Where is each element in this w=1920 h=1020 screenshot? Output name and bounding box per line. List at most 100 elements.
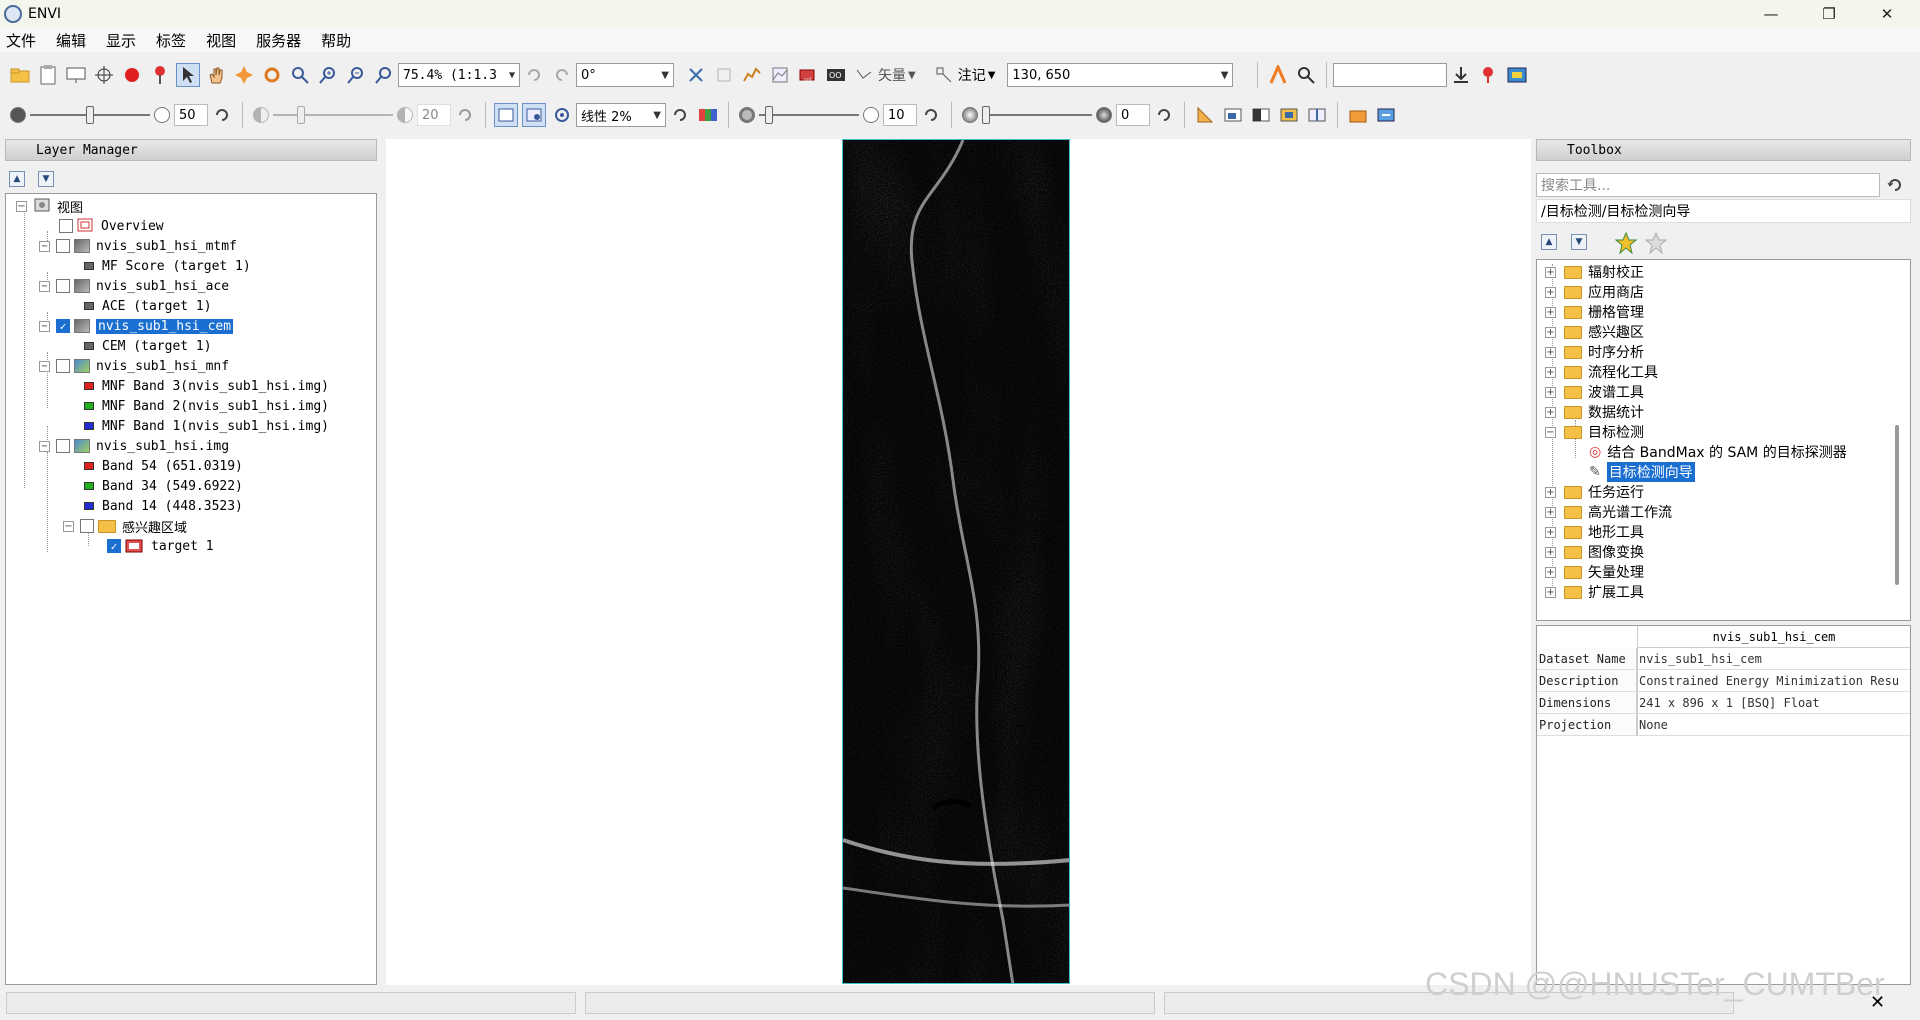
- toolbox-folder-item[interactable]: + 栅格管理: [1545, 302, 1644, 322]
- rotate-right-icon[interactable]: [550, 63, 574, 87]
- toolbox-folder-item[interactable]: + 地形工具: [1545, 522, 1644, 542]
- toolbox-folder-item[interactable]: + 波谱工具: [1545, 382, 1644, 402]
- download-icon[interactable]: [1449, 63, 1473, 87]
- crosshair-icon[interactable]: [92, 63, 116, 87]
- toolbox-folder-item[interactable]: + 感兴趣区: [1545, 322, 1644, 342]
- reset-sharpen-icon[interactable]: [919, 103, 943, 127]
- annotation-icon[interactable]: [932, 63, 956, 87]
- layer-checkbox[interactable]: [56, 239, 70, 253]
- zoom-combo[interactable]: 75.4% (1:1.3 ▼: [398, 63, 520, 87]
- pin-icon[interactable]: [148, 63, 172, 87]
- layer-checkbox[interactable]: [80, 519, 94, 533]
- fit-view-icon[interactable]: [494, 103, 518, 127]
- open-folder-icon[interactable]: [8, 63, 32, 87]
- brightness-slider[interactable]: [30, 103, 150, 127]
- sharpen-slider[interactable]: [759, 103, 859, 127]
- toolbox-folder-item[interactable]: + 图像变换: [1545, 542, 1644, 562]
- image-view[interactable]: [386, 139, 1531, 985]
- toolbox-tool-item[interactable]: ◎ 结合 BandMax 的 SAM 的目标探测器: [1589, 442, 1847, 462]
- crosshair-toggle-icon[interactable]: [712, 63, 736, 87]
- menu-file[interactable]: 文件: [6, 30, 36, 51]
- expand-all-icon[interactable]: ▼: [1571, 234, 1587, 250]
- toolbox-folder-item[interactable]: + 任务运行: [1545, 482, 1644, 502]
- toolbox-scrollbar[interactable]: [1895, 425, 1899, 585]
- band-cem[interactable]: CEM (target 1): [84, 336, 212, 356]
- toolbox-tool-item[interactable]: ✎ 目标检测向导: [1589, 462, 1695, 482]
- reset-contrast-icon[interactable]: [453, 103, 477, 127]
- property-value[interactable]: None: [1637, 714, 1910, 735]
- zoom-fit-icon[interactable]: [372, 63, 396, 87]
- layer-checkbox[interactable]: [56, 439, 70, 453]
- menu-annotation[interactable]: 标签: [156, 30, 186, 51]
- layer-ace[interactable]: − nvis_sub1_hsi_ace: [39, 276, 229, 296]
- cursor-value-icon[interactable]: [684, 63, 708, 87]
- property-value[interactable]: 241 x 896 x 1 [BSQ] Float: [1637, 692, 1910, 713]
- location-pin-icon[interactable]: [1477, 63, 1501, 87]
- roi-tool-icon[interactable]: roi: [796, 63, 820, 87]
- collapse-node-icon[interactable]: −: [1545, 426, 1556, 438]
- profile-icon[interactable]: [740, 63, 764, 87]
- record-icon[interactable]: [120, 63, 144, 87]
- transparency-slider[interactable]: [982, 103, 1092, 127]
- image-icon[interactable]: [1221, 103, 1245, 127]
- toolbox-folder-item[interactable]: + 高光谱工作流: [1545, 502, 1672, 522]
- contrast-slider[interactable]: [273, 103, 393, 127]
- fly-icon[interactable]: [232, 63, 256, 87]
- reset-stretch-icon[interactable]: [668, 103, 692, 127]
- band-ace[interactable]: ACE (target 1): [84, 296, 212, 316]
- close-button[interactable]: ✕: [1858, 0, 1916, 28]
- menu-server[interactable]: 服务器: [256, 30, 301, 51]
- toolbox-folder-item[interactable]: + 时序分析: [1545, 342, 1644, 362]
- band-14[interactable]: Band 14 (448.3523): [84, 496, 243, 516]
- expand-all-icon[interactable]: ▼: [38, 171, 54, 187]
- toolbox-search-input[interactable]: 搜索工具...: [1536, 173, 1880, 197]
- layer-hsi-img[interactable]: − nvis_sub1_hsi.img: [39, 436, 229, 456]
- favorites-star-icon[interactable]: [1614, 231, 1638, 255]
- cem-image[interactable]: [842, 139, 1070, 984]
- spectral-profile-icon[interactable]: [768, 63, 792, 87]
- color-table-icon[interactable]: [696, 103, 720, 127]
- expand-node-icon[interactable]: +: [1545, 286, 1556, 298]
- property-value[interactable]: nvis_sub1_hsi_cem: [1637, 648, 1910, 669]
- zoom-icon[interactable]: [288, 63, 312, 87]
- annotation-label[interactable]: 注记: [958, 65, 986, 85]
- expand-node-icon[interactable]: +: [1545, 486, 1556, 498]
- toolbox-folder-item[interactable]: + 辐射校正: [1545, 262, 1644, 282]
- expand-node-icon[interactable]: +: [1545, 386, 1556, 398]
- tree-view-root[interactable]: − 视图: [16, 196, 83, 216]
- toolbox-folder-item[interactable]: + 数据统计: [1545, 402, 1644, 422]
- expand-node-icon[interactable]: +: [1545, 546, 1556, 558]
- expand-node-icon[interactable]: +: [1545, 506, 1556, 518]
- expand-node-icon[interactable]: +: [1545, 406, 1556, 418]
- layer-mnf[interactable]: − nvis_sub1_hsi_mnf: [39, 356, 229, 376]
- search-icon[interactable]: [1294, 63, 1318, 87]
- expand-node-icon[interactable]: +: [1545, 306, 1556, 318]
- expand-node-icon[interactable]: +: [1545, 526, 1556, 538]
- brightness-value[interactable]: 50: [174, 104, 208, 126]
- portal-icon[interactable]: [1505, 63, 1529, 87]
- menu-help[interactable]: 帮助: [321, 30, 351, 51]
- property-value[interactable]: Constrained Energy Minimization Resu: [1637, 670, 1910, 691]
- collapse-all-icon[interactable]: ▲: [1541, 234, 1557, 250]
- menu-view[interactable]: 视图: [206, 30, 236, 51]
- expand-node-icon[interactable]: +: [1545, 366, 1556, 378]
- toolbox-folder-item[interactable]: + 流程化工具: [1545, 362, 1658, 382]
- layer-checkbox[interactable]: [59, 219, 73, 233]
- blend-icon[interactable]: [1249, 103, 1273, 127]
- center-view-icon[interactable]: [550, 103, 574, 127]
- layer-checkbox[interactable]: [56, 359, 70, 373]
- toolbox-folder-item[interactable]: + 矢量处理: [1545, 562, 1644, 582]
- stretch-combo[interactable]: 线性 2% ▼: [576, 103, 666, 127]
- refresh-icon[interactable]: [1884, 175, 1906, 195]
- layer-cem[interactable]: − ✓ nvis_sub1_hsi_cem: [39, 316, 234, 336]
- zoom-in-icon[interactable]: [316, 63, 340, 87]
- select-arrow-icon[interactable]: [176, 63, 200, 87]
- layer-checkbox-checked[interactable]: ✓: [107, 539, 121, 553]
- layer-target-1[interactable]: ✓ target 1: [107, 536, 214, 556]
- layer-checkbox-checked[interactable]: ✓: [56, 319, 70, 333]
- toolbox-folder-item[interactable]: + 应用商店: [1545, 282, 1644, 302]
- band-mnf-3[interactable]: MNF Band 3(nvis_sub1_hsi.img): [84, 376, 329, 396]
- pan-hand-icon[interactable]: [204, 63, 228, 87]
- reset-brightness-icon[interactable]: [210, 103, 234, 127]
- layer-checkbox[interactable]: [56, 279, 70, 293]
